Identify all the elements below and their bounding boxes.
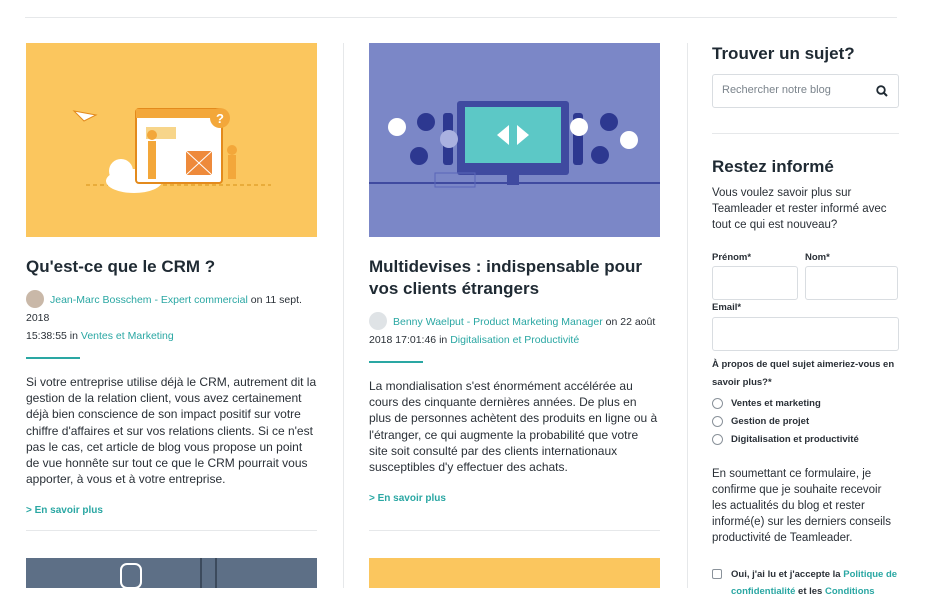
- consent-checkbox-row: Oui, j'ai lu et j'accepte la Politique d…: [712, 566, 899, 600]
- author-link[interactable]: Benny Waelput - Product Marketing Manage…: [393, 316, 603, 328]
- meta-in: in: [69, 330, 78, 342]
- topic-label: Gestion de projet: [731, 416, 810, 427]
- category-link[interactable]: Digitalisation et Productivité: [450, 334, 579, 346]
- sidebar: Trouver un sujet? Rechercher notre blog …: [712, 43, 899, 600]
- meta-time: 2018 17:01:46: [369, 334, 437, 346]
- meta-time: 15:38:55: [26, 330, 67, 342]
- category-link[interactable]: Ventes et Marketing: [81, 330, 174, 342]
- author-link[interactable]: Jean-Marc Bosschem - Expert commercial: [50, 294, 248, 306]
- article-card-multidevises: Multidevises : indispensable pour vos cl…: [369, 43, 660, 504]
- topic-option-gestion[interactable]: Gestion de projet: [712, 415, 899, 428]
- radio-button[interactable]: [712, 434, 723, 445]
- accent-rule: [26, 357, 80, 359]
- author-avatar: [26, 290, 44, 308]
- topic-label: Ventes et marketing: [731, 398, 821, 409]
- first-name-label: Prénom*: [712, 252, 752, 263]
- article-card-crm: ? Qu'est-ce que le CRM ? Jean-Marc Bossc…: [26, 43, 317, 516]
- article-title[interactable]: Qu'est-ce que le CRM ?: [26, 256, 317, 278]
- search-input[interactable]: Rechercher notre blog: [712, 74, 899, 108]
- column-divider: [343, 43, 344, 588]
- article-thumbnail-next-1[interactable]: [26, 558, 317, 588]
- last-name-field[interactable]: [805, 266, 898, 300]
- article-meta: Benny Waelput - Product Marketing Manage…: [369, 312, 660, 349]
- sidebar-divider-line: [712, 133, 899, 134]
- article-excerpt: La mondialisation s'est énormément accél…: [369, 379, 658, 475]
- email-field[interactable]: [712, 317, 899, 351]
- search-placeholder: Rechercher notre blog: [722, 84, 831, 96]
- radio-button[interactable]: [712, 398, 723, 409]
- newsletter-description: Vous voulez savoir plus sur Teamleader e…: [712, 187, 887, 231]
- topic-question: À propos de quel sujet aimeriez-vous en …: [712, 359, 895, 388]
- email-label: Email*: [712, 302, 742, 313]
- meta-in: in: [439, 334, 448, 346]
- topic-option-digitalisation[interactable]: Digitalisation et productivité: [712, 433, 899, 446]
- meta-on: on: [250, 294, 263, 306]
- article-meta: Jean-Marc Bosschem - Expert commercial o…: [26, 290, 317, 345]
- checkbox-prefix: Oui, j'ai lu et j'accepte la: [731, 569, 841, 580]
- newsletter-title: Restez informé: [712, 157, 834, 176]
- search-icon[interactable]: [876, 84, 888, 102]
- topic-option-ventes[interactable]: Ventes et marketing: [712, 397, 899, 410]
- read-more-link[interactable]: > En savoir plus: [26, 505, 317, 516]
- radio-button[interactable]: [712, 416, 723, 427]
- consent-checkbox[interactable]: [712, 569, 722, 579]
- article-thumbnail-crm[interactable]: ?: [26, 43, 317, 237]
- last-name-label: Nom*: [805, 252, 830, 263]
- row-divider: [369, 530, 660, 531]
- sidebar-divider: [687, 43, 688, 588]
- meta-on: on: [605, 316, 618, 328]
- search-title: Trouver un sujet?: [712, 44, 855, 63]
- article-excerpt: Si votre entreprise utilise déjà le CRM,…: [26, 375, 317, 487]
- author-avatar: [369, 312, 387, 330]
- accent-rule: [369, 361, 423, 363]
- svg-text:?: ?: [216, 111, 224, 126]
- meta-date: 22 août: [620, 316, 656, 328]
- article-title[interactable]: Multidevises : indispensable pour vos cl…: [369, 256, 660, 300]
- topic-label: Digitalisation et productivité: [731, 434, 859, 445]
- consent-text: En soumettant ce formulaire, je confirme…: [712, 468, 891, 544]
- read-more-link[interactable]: > En savoir plus: [369, 493, 660, 504]
- row-divider: [26, 530, 317, 531]
- first-name-field[interactable]: [712, 266, 798, 300]
- article-thumbnail-multidevises[interactable]: [369, 43, 660, 237]
- top-divider: [25, 17, 897, 18]
- article-thumbnail-next-2[interactable]: [369, 558, 660, 588]
